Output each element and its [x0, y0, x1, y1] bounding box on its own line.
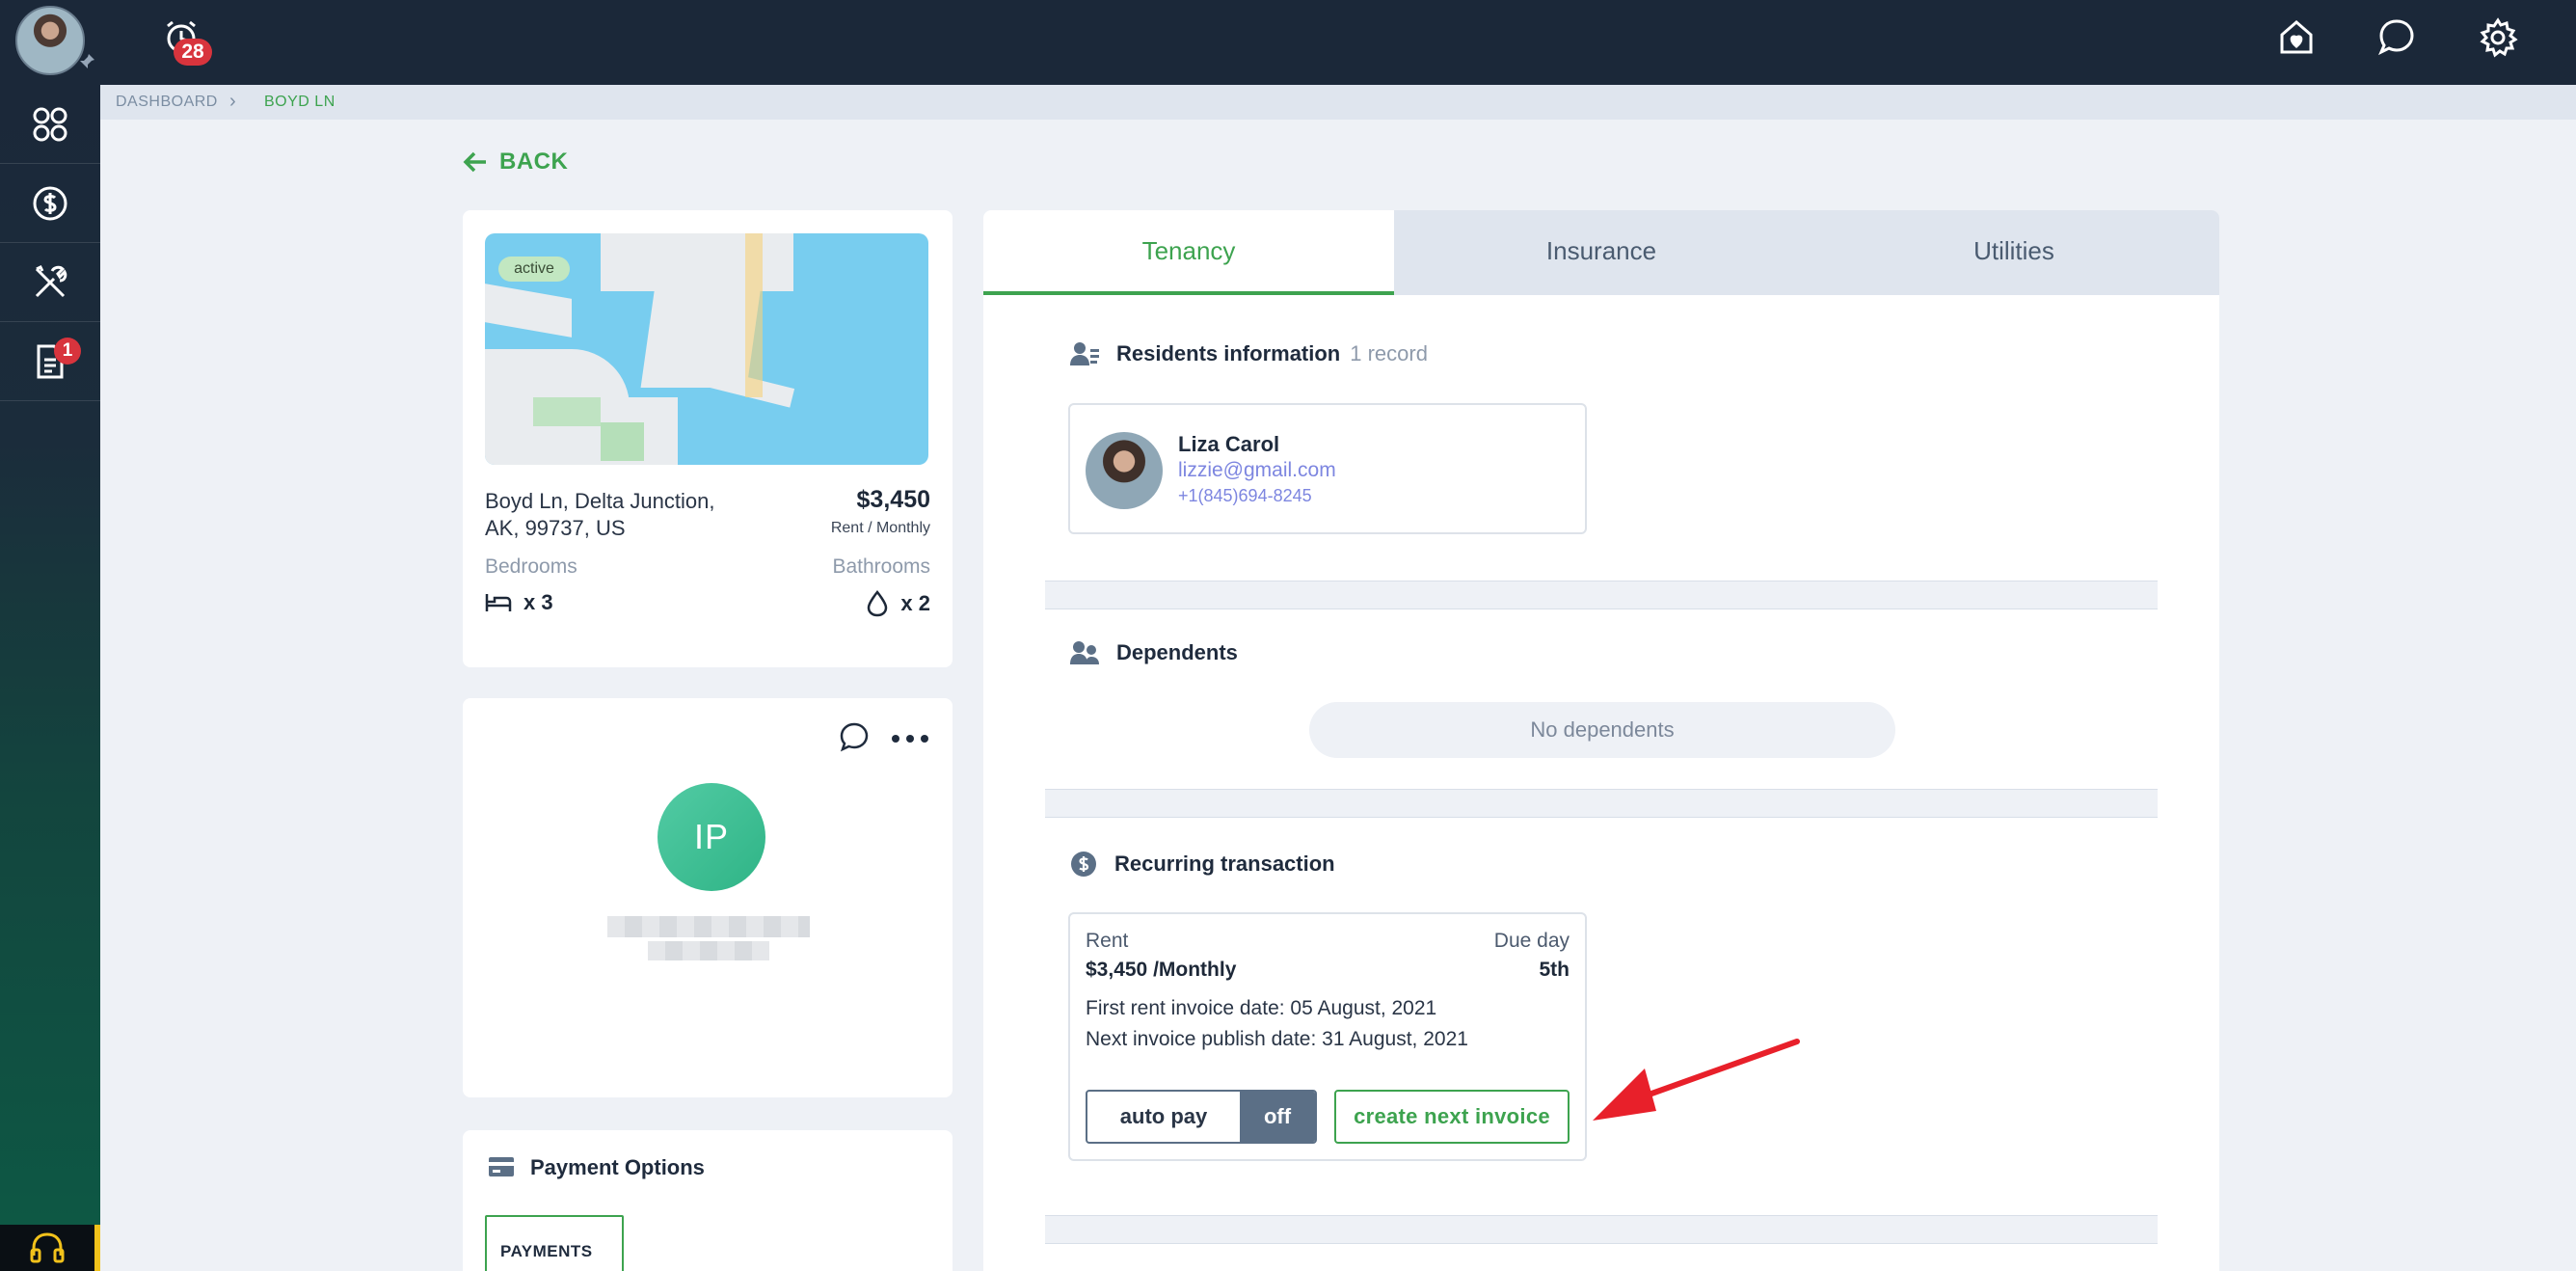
recurring-title: Recurring transaction: [1114, 852, 1335, 876]
home-heart-icon[interactable]: [2277, 17, 2320, 60]
top-bar: 28: [0, 0, 2576, 85]
chat-icon[interactable]: [2377, 17, 2420, 60]
section-divider: [1045, 1215, 2158, 1244]
sidebar: 1: [0, 85, 100, 1271]
address-line-2: AK, 99737, US: [485, 516, 626, 540]
residents-count: 1 record: [1350, 341, 1428, 365]
tab-tenancy[interactable]: Tenancy: [983, 210, 1394, 295]
section-divider: [1045, 581, 2158, 609]
pin-icon: [77, 52, 98, 73]
headset-icon: [30, 1232, 65, 1263]
sidebar-item-maintenance[interactable]: [0, 243, 100, 322]
price-period: Rent / Monthly: [830, 520, 930, 536]
tools-icon: [35, 264, 67, 297]
water-drop-icon: [868, 590, 888, 617]
arrow-left-icon: [463, 151, 486, 173]
support-button[interactable]: [0, 1225, 100, 1271]
resident-avatar: [1086, 432, 1163, 509]
owner-avatar: IP: [657, 783, 765, 891]
property-address: Boyd Ln, Delta Junction, AK, 99737, US: [485, 488, 714, 542]
back-button[interactable]: BACK: [463, 145, 568, 179]
sidebar-item-dashboard[interactable]: [0, 85, 100, 164]
map-land: [485, 284, 572, 338]
due-day-label: Due day: [1493, 930, 1570, 952]
resident-phone[interactable]: +1(845)694-8245: [1178, 486, 1312, 506]
user-avatar[interactable]: [15, 6, 85, 75]
property-price: $3,450 Rent / Monthly: [831, 486, 930, 537]
sidebar-item-finance[interactable]: [0, 164, 100, 243]
rent-label: Rent: [1086, 930, 1129, 952]
map-park: [533, 397, 601, 426]
map-park: [601, 422, 644, 461]
resident-name: Liza Carol: [1178, 432, 1280, 456]
bathrooms-label: Bathrooms: [832, 555, 930, 578]
rent-value: $3,450 /Monthly: [1086, 959, 1237, 981]
alarm-count-badge: 28: [174, 39, 212, 66]
section-divider: [1045, 789, 2158, 818]
first-invoice-date: First rent invoice date: 05 August, 2021: [1086, 997, 1437, 1019]
tab-bar: Tenancy Insurance Utilities: [983, 210, 2219, 295]
residents-title: Residents information: [1116, 341, 1341, 365]
property-card: active Boyd Ln, Delta Junction, AK, 9973…: [463, 210, 953, 667]
more-options-icon[interactable]: [891, 731, 929, 748]
redacted-name: [607, 916, 810, 937]
auto-pay-state: off: [1240, 1092, 1315, 1142]
breadcrumb: DASHBOARD › BOYD LN: [100, 85, 2576, 120]
resident-email[interactable]: lizzie@gmail.com: [1178, 459, 1336, 482]
auto-pay-toggle[interactable]: auto pay off: [1086, 1090, 1317, 1144]
chat-icon[interactable]: [839, 721, 870, 757]
bathrooms-value: x 2: [900, 591, 930, 615]
people-icon: [1070, 641, 1099, 664]
resident-card[interactable]: Liza Carol lizzie@gmail.com +1(845)694-8…: [1068, 403, 1587, 534]
address-line-1: Boyd Ln, Delta Junction,: [485, 489, 715, 513]
map-road: [745, 233, 763, 397]
back-label: BACK: [499, 149, 569, 175]
owner-card: IP: [463, 698, 953, 1097]
next-invoice-date: Next invoice publish date: 31 August, 20…: [1086, 1028, 1468, 1050]
breadcrumb-current: BOYD LN: [264, 94, 335, 110]
property-map[interactable]: active: [485, 233, 928, 465]
recurring-transaction-card: Rent Due day $3,450 /Monthly 5th First r…: [1068, 912, 1587, 1161]
due-day-value: 5th: [1539, 959, 1570, 981]
price-value: $3,450: [856, 486, 930, 513]
grid-icon: [33, 107, 67, 141]
recurring-header: Recurring transaction: [1070, 851, 1335, 878]
auto-pay-label: auto pay: [1119, 1104, 1208, 1128]
payments-logo[interactable]: PAYMENTS: [485, 1215, 624, 1271]
card-icon: [488, 1155, 515, 1183]
redacted-detail: [648, 941, 769, 960]
chevron-right-icon: ›: [229, 91, 237, 112]
bedrooms-value: x 3: [523, 590, 553, 614]
create-next-invoice-button[interactable]: create next invoice: [1334, 1090, 1570, 1144]
residents-header: Residents information 1 record: [1070, 341, 1428, 366]
bedrooms-count: x 3: [485, 590, 553, 615]
tab-utilities[interactable]: Utilities: [1809, 210, 2219, 295]
dollar-icon: [33, 186, 67, 220]
dependents-title: Dependents: [1116, 640, 1238, 664]
annotation-arrow-icon: [1593, 1039, 1800, 1121]
dollar-icon: [1071, 852, 1096, 877]
sidebar-item-documents[interactable]: 1: [0, 322, 100, 401]
person-list-icon: [1070, 342, 1099, 365]
status-badge: active: [498, 257, 570, 282]
breadcrumb-dashboard[interactable]: DASHBOARD: [116, 94, 218, 111]
bed-icon: [485, 594, 512, 611]
no-dependents-message: No dependents: [1309, 702, 1895, 758]
dependents-header: Dependents: [1070, 640, 1238, 665]
bedrooms-label: Bedrooms: [485, 555, 577, 578]
payment-options-title: Payment Options: [530, 1155, 705, 1179]
payment-options-card: Payment Options PAYMENTS: [463, 1130, 953, 1271]
gear-icon[interactable]: [2478, 17, 2520, 60]
documents-badge: 1: [54, 338, 81, 365]
bathrooms-count: x 2: [866, 590, 930, 617]
tab-insurance[interactable]: Insurance: [1394, 210, 1809, 295]
